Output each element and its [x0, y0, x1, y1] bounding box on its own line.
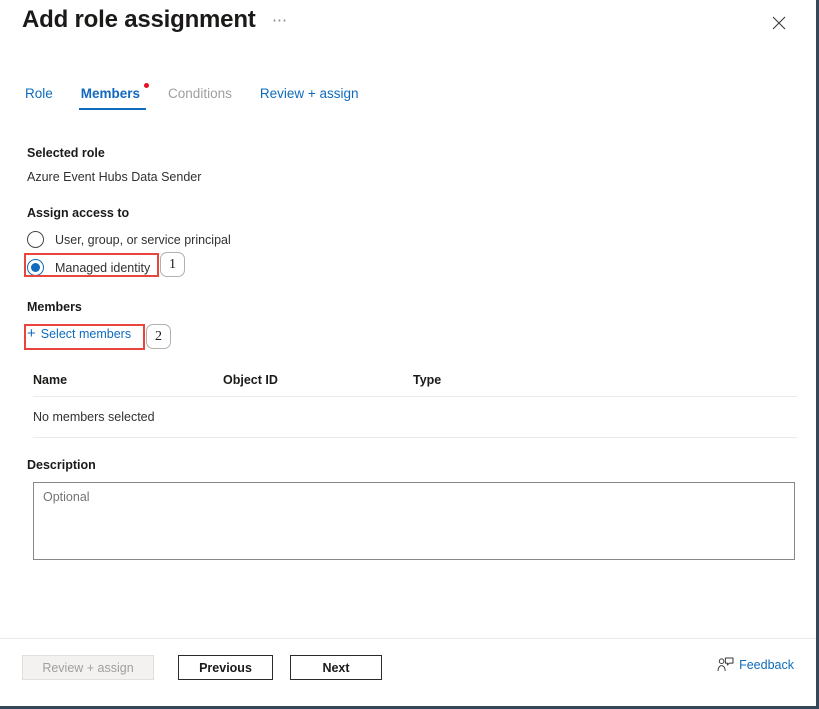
selected-role-label: Selected role: [27, 146, 201, 160]
radio-circle-selected-icon: [27, 259, 44, 276]
tab-review-assign-label: Review + assign: [260, 86, 359, 101]
more-ellipsis-icon[interactable]: ⋯: [268, 12, 293, 30]
column-header-object-id: Object ID: [223, 373, 413, 387]
plus-icon: +: [27, 326, 36, 341]
select-members-label: Select members: [41, 327, 131, 341]
description-label: Description: [27, 458, 816, 472]
select-members-link[interactable]: + Select members: [27, 326, 131, 341]
tab-role[interactable]: Role: [25, 86, 67, 110]
tab-conditions-label: Conditions: [168, 86, 232, 101]
blade-footer: Review + assign Previous Next Feedback: [0, 638, 816, 706]
tab-conditions[interactable]: Conditions: [154, 86, 246, 110]
table-header-row: Name Object ID Type: [33, 364, 797, 397]
blade-tabs: Role Members Conditions Review + assign: [25, 86, 373, 110]
annotation-number-2: 2: [146, 324, 171, 349]
person-feedback-icon: [717, 657, 734, 672]
table-row: No members selected: [33, 397, 797, 438]
review-assign-button[interactable]: Review + assign: [22, 655, 154, 680]
cell-name: No members selected: [33, 410, 223, 424]
page-title: Add role assignment: [22, 6, 256, 34]
members-section: Members + Select members: [0, 300, 131, 343]
managed-identity-label: Managed identity: [55, 261, 150, 275]
members-label: Members: [27, 300, 131, 314]
feedback-link[interactable]: Feedback: [717, 657, 794, 672]
radio-circle-icon: [27, 231, 44, 248]
members-table: Name Object ID Type No members selected: [33, 364, 797, 438]
tab-members[interactable]: Members: [67, 86, 154, 110]
column-header-name: Name: [33, 373, 223, 387]
selected-role-section: Selected role Azure Event Hubs Data Send…: [0, 146, 201, 184]
description-section: Description: [0, 458, 816, 560]
next-button[interactable]: Next: [290, 655, 382, 680]
assign-access-section: Assign access to User, group, or service…: [0, 206, 231, 276]
description-input[interactable]: [33, 482, 795, 560]
tab-role-label: Role: [25, 86, 53, 101]
tab-members-badge-dot: [144, 83, 149, 88]
add-role-assignment-blade: Add role assignment ⋯ Role Members Condi…: [0, 0, 819, 709]
user-group-service-principal-radio[interactable]: User, group, or service principal: [27, 231, 231, 248]
selected-role-value: Azure Event Hubs Data Sender: [27, 170, 201, 184]
managed-identity-radio[interactable]: Managed identity: [27, 259, 150, 276]
feedback-label: Feedback: [739, 658, 794, 672]
annotation-number-1: 1: [160, 252, 185, 277]
tab-members-label: Members: [81, 86, 140, 101]
column-header-type: Type: [413, 373, 603, 387]
assign-access-label: Assign access to: [27, 206, 231, 220]
tab-review-assign[interactable]: Review + assign: [246, 86, 373, 110]
close-icon[interactable]: [766, 10, 792, 36]
user-group-service-principal-label: User, group, or service principal: [55, 233, 231, 247]
previous-button[interactable]: Previous: [178, 655, 273, 680]
blade-header: Add role assignment ⋯: [0, 0, 816, 62]
